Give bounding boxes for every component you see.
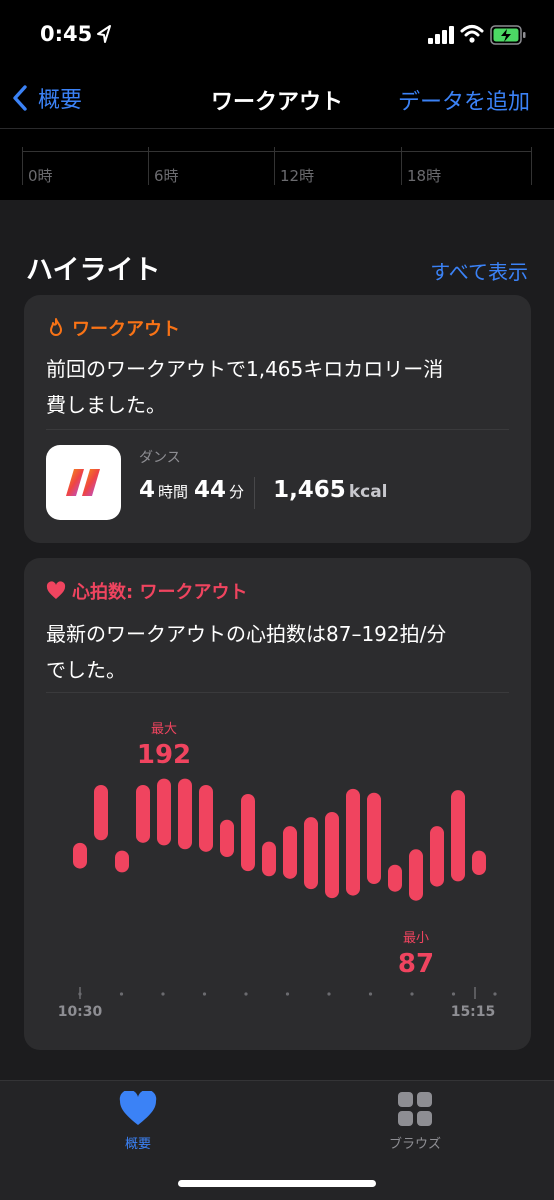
tab-summary-label: 概要 xyxy=(124,1137,151,1152)
axis-tick-dot xyxy=(161,992,165,996)
calories-value: 1,465 xyxy=(273,477,346,503)
heart-rate-bar xyxy=(283,826,297,879)
axis-tick-dot xyxy=(202,992,207,996)
axis-tick-dot xyxy=(244,992,248,996)
min-label: 最小 xyxy=(403,931,429,946)
workout-summary-line1: 前回のワークアウトで1,465キロカロリー消 xyxy=(46,357,444,381)
heart-rate-bar xyxy=(199,785,213,852)
workout-card-header: ワークアウト xyxy=(46,315,180,341)
heart-rate-bar xyxy=(409,849,423,901)
chart-tick xyxy=(148,147,149,185)
workout-card-label: ワークアウト xyxy=(72,319,180,340)
duration-hours: 4 xyxy=(139,477,156,503)
heart-rate-highlight-card[interactable]: 心拍数: ワークアウト 最新のワークアウトの心拍数は87–192拍/分 でした。… xyxy=(24,558,531,1050)
heart-rate-bar xyxy=(94,785,108,841)
card-divider xyxy=(46,429,509,430)
heart-rate-chart: 最大 192 最小 87 10:30 15:15 xyxy=(58,722,497,1020)
tick-label: 0時 xyxy=(28,167,53,185)
x-end-label: 15:15 xyxy=(451,1004,496,1020)
workout-highlight-card[interactable]: ワークアウト 前回のワークアウトで1,465キロカロリー消 費しました。 ダンス… xyxy=(24,295,531,543)
heart-rate-bar xyxy=(367,792,381,884)
heart-rate-bar xyxy=(472,850,486,875)
calories-unit: kcal xyxy=(348,482,388,502)
heart-rate-bar xyxy=(220,819,234,857)
duration-minutes: 44 xyxy=(194,477,227,503)
heart-rate-bar xyxy=(346,788,360,896)
chart-tick xyxy=(274,147,275,185)
heart-rate-bar xyxy=(325,812,339,899)
chart-tick xyxy=(531,147,532,185)
min-value: 87 xyxy=(398,949,434,979)
heart-rate-bar xyxy=(451,790,465,882)
hours-unit: 時間 xyxy=(158,483,189,501)
axis-tick-dot xyxy=(327,992,331,996)
tab-summary[interactable]: 概要 xyxy=(78,1091,198,1152)
app-logo-icon xyxy=(66,469,100,496)
heart-rate-bar xyxy=(241,794,255,872)
tick-label: 6時 xyxy=(154,167,179,185)
tab-browse-label: ブラウズ xyxy=(388,1137,441,1152)
workout-type: ダンス xyxy=(139,450,181,466)
heart-rate-bar xyxy=(388,864,402,892)
heart-rate-bar xyxy=(304,817,318,890)
heart-icon xyxy=(119,1091,157,1125)
chart-tick xyxy=(401,147,402,185)
stat-divider xyxy=(254,477,256,509)
heart-rate-bar xyxy=(115,850,129,873)
workout-stats: 4 時間 44 分 1,465 kcal xyxy=(139,477,394,509)
cellular-signal-icon xyxy=(428,26,454,44)
navigation-bar: 概要 ワークアウト データを追加 xyxy=(0,70,554,128)
heart-rate-bar xyxy=(157,778,171,846)
battery-charging-icon xyxy=(490,25,526,45)
highlights-title: ハイライト xyxy=(26,255,161,286)
location-arrow-icon xyxy=(97,25,111,43)
workout-summary-line2: 費しました。 xyxy=(46,393,166,417)
status-time: 0:45 xyxy=(40,22,93,46)
max-value: 192 xyxy=(137,740,191,770)
heart-rate-bar xyxy=(178,778,192,850)
chart-baseline xyxy=(22,151,532,152)
x-start-label: 10:30 xyxy=(58,1004,103,1020)
grid-icon xyxy=(398,1092,432,1126)
add-data-button[interactable]: データを追加 xyxy=(398,84,530,116)
heart-rate-bar xyxy=(430,826,444,887)
tab-browse[interactable]: ブラウズ xyxy=(355,1091,475,1152)
show-all-link[interactable]: すべて表示 xyxy=(430,256,528,285)
max-label: 最大 xyxy=(151,722,177,737)
flame-icon xyxy=(50,318,62,336)
wifi-icon xyxy=(460,25,484,43)
axis-tick-dot xyxy=(451,992,456,996)
status-bar: 0:45 xyxy=(0,0,554,70)
axis-tick-dot xyxy=(119,992,124,996)
heart-rate-bar xyxy=(262,841,276,877)
tick-label: 18時 xyxy=(407,167,442,185)
home-indicator xyxy=(178,1180,376,1187)
fitness-app-icon xyxy=(46,445,121,520)
axis-tick-dot xyxy=(410,992,414,996)
axis-tick-dot xyxy=(493,992,497,996)
minutes-unit: 分 xyxy=(229,483,245,501)
axis-tick-dot xyxy=(368,992,373,996)
activity-chart-strip: 0時 6時 12時 18時 xyxy=(0,128,554,200)
chart-tick xyxy=(22,147,23,185)
heart-rate-bar xyxy=(73,842,87,869)
heart-rate-bar xyxy=(136,785,150,843)
tick-label: 12時 xyxy=(280,167,315,185)
axis-tick-dot xyxy=(285,992,290,996)
